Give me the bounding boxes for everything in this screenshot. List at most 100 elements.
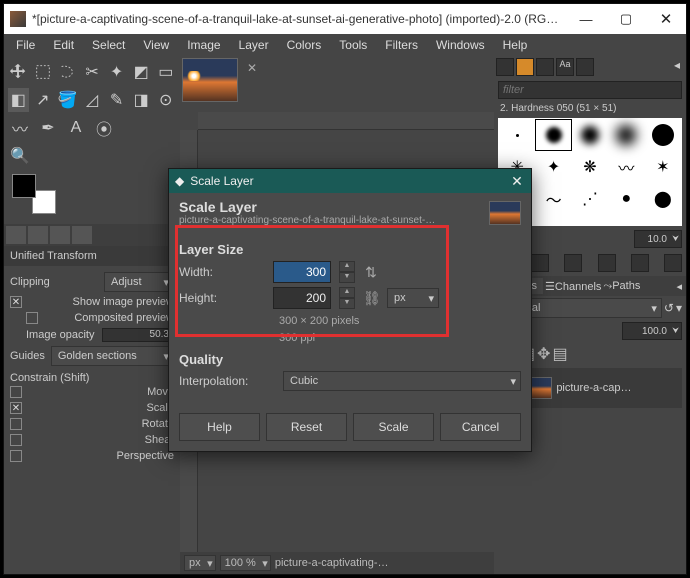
bucket-tool[interactable]: 🪣 xyxy=(57,88,78,112)
color-picker-tool[interactable]: ⦿ xyxy=(92,116,116,140)
link-chain-icon[interactable]: ⛓ xyxy=(363,290,379,307)
dock-tab[interactable] xyxy=(28,226,48,244)
fuzzy-select-tool[interactable]: ✦ xyxy=(106,60,127,84)
scale-button[interactable]: Scale xyxy=(353,413,434,441)
clone-tool[interactable]: ⊙ xyxy=(155,88,176,112)
layer-name-label[interactable]: picture-a-cap… xyxy=(556,382,631,394)
interp-label: Interpolation: xyxy=(179,374,275,388)
height-stepper[interactable]: ▲▼ xyxy=(339,287,355,309)
dock-icon[interactable] xyxy=(576,58,594,76)
maximize-button[interactable]: ▢ xyxy=(606,4,646,34)
brush-size-spin[interactable]: 10.0 xyxy=(634,230,682,248)
opacity-label: Image opacity xyxy=(26,329,96,341)
dock-icon[interactable]: Aa xyxy=(556,58,574,76)
measure-tool[interactable]: ↗ xyxy=(33,88,54,112)
width-input[interactable] xyxy=(273,261,331,283)
menu-file[interactable]: File xyxy=(8,36,43,54)
composited-label: Composited preview xyxy=(74,312,174,324)
statusbar: px 100 % picture-a-captivating-… xyxy=(180,552,494,574)
status-unit-dropdown[interactable]: px xyxy=(184,555,216,571)
free-select-tool[interactable] xyxy=(57,60,78,84)
constrain-shear-check[interactable] xyxy=(10,434,22,446)
constrain-scale-check[interactable]: ✕ xyxy=(10,402,22,414)
menu-edit[interactable]: Edit xyxy=(45,36,82,54)
image-tab-thumb[interactable] xyxy=(182,58,238,102)
toolbox: ✂ ✦ ◩ ▭ ◧ ↗ 🪣 ◿ ✎ ◨ ⊙ 〰 ✒ A xyxy=(4,56,180,224)
rect-tool[interactable]: ▭ xyxy=(155,60,176,84)
guides-dropdown[interactable]: Golden sections xyxy=(51,346,174,366)
window-titlebar: *[picture-a-captivating-scene-of-a-tranq… xyxy=(4,4,686,34)
unified-transform-tool[interactable]: ◧ xyxy=(8,88,29,112)
interpolation-dropdown[interactable]: Cubic xyxy=(283,371,521,391)
clipping-dropdown[interactable]: Adjust xyxy=(104,272,174,292)
dialog-header-subtitle: picture-a-captivating-scene-of-a-tranqui… xyxy=(179,215,439,226)
ruler-horizontal[interactable] xyxy=(198,112,494,130)
composited-check[interactable] xyxy=(26,312,38,324)
width-stepper[interactable]: ▲▼ xyxy=(339,261,355,283)
minimize-button[interactable]: — xyxy=(566,4,606,34)
mode-switch-icon[interactable]: ↺ xyxy=(664,301,674,315)
menu-tools[interactable]: Tools xyxy=(331,36,375,54)
constrain-move-check[interactable] xyxy=(10,386,22,398)
move-tool[interactable] xyxy=(8,60,29,84)
zoom-tool[interactable]: 🔍 xyxy=(8,144,32,168)
pencil-tool[interactable]: ✎ xyxy=(106,88,127,112)
smudge-tool[interactable]: 〰 xyxy=(8,116,32,140)
lock-alpha-icon[interactable]: ▤ xyxy=(552,344,567,364)
menu-colors[interactable]: Colors xyxy=(279,36,330,54)
constrain-rotate-check[interactable] xyxy=(10,418,22,430)
dock-tab[interactable] xyxy=(50,226,70,244)
gradient-tool[interactable]: ◿ xyxy=(82,88,103,112)
dock-icon[interactable] xyxy=(496,58,514,76)
close-button[interactable]: ✕ xyxy=(646,4,686,34)
menu-view[interactable]: View xyxy=(135,36,177,54)
show-preview-check[interactable]: ✕ xyxy=(10,296,22,308)
brush-filter-input[interactable] xyxy=(498,81,682,99)
crop-tool[interactable]: ◩ xyxy=(131,60,152,84)
mode-menu-icon[interactable]: ▾ xyxy=(676,301,682,315)
dock-icon[interactable] xyxy=(536,58,554,76)
menu-windows[interactable]: Windows xyxy=(428,36,493,54)
paths-tab[interactable]: ⤳Paths xyxy=(603,280,640,293)
dock-tab[interactable] xyxy=(6,226,26,244)
status-zoom-dropdown[interactable]: 100 % xyxy=(220,555,271,571)
menu-layer[interactable]: Layer xyxy=(231,36,277,54)
image-tab-close[interactable]: ✕ xyxy=(244,60,260,76)
dialog-close-button[interactable]: ✕ xyxy=(503,173,531,190)
brush-btn[interactable] xyxy=(598,254,616,272)
fg-bg-swatch[interactable] xyxy=(12,174,56,214)
menu-image[interactable]: Image xyxy=(179,36,228,54)
rect-select-tool[interactable] xyxy=(33,60,54,84)
scissors-tool[interactable]: ✂ xyxy=(82,60,103,84)
link-icon[interactable]: ⇅ xyxy=(363,264,379,281)
brush-btn[interactable] xyxy=(564,254,582,272)
constrain-persp-check[interactable] xyxy=(10,450,22,462)
lock-position-icon[interactable]: ✥ xyxy=(537,344,550,364)
menu-help[interactable]: Help xyxy=(495,36,536,54)
text-tool[interactable]: A xyxy=(64,116,88,140)
reset-button[interactable]: Reset xyxy=(266,413,347,441)
width-label: Width: xyxy=(179,265,265,279)
cancel-button[interactable]: Cancel xyxy=(440,413,521,441)
dock-tab[interactable] xyxy=(72,226,92,244)
layer-opacity-spin[interactable]: 100.0 xyxy=(622,322,682,340)
brush-btn[interactable] xyxy=(531,254,549,272)
dialog-thumb xyxy=(489,201,521,225)
help-button[interactable]: Help xyxy=(179,413,260,441)
dialog-titlebar[interactable]: ◆ Scale Layer ✕ xyxy=(169,169,531,193)
path-tool[interactable]: ✒ xyxy=(36,116,60,140)
brush-btn[interactable] xyxy=(631,254,649,272)
eraser-tool[interactable]: ◨ xyxy=(131,88,152,112)
channels-tab[interactable]: ☰Channels xyxy=(545,280,601,293)
opacity-slider[interactable]: 50.3 xyxy=(102,328,174,342)
dock-menu-icon[interactable]: ◂ xyxy=(674,58,684,76)
clipping-label: Clipping xyxy=(10,276,50,288)
brush-btn[interactable] xyxy=(664,254,682,272)
dock-icon[interactable] xyxy=(516,58,534,76)
height-input[interactable] xyxy=(273,287,331,309)
unit-dropdown[interactable]: px xyxy=(387,288,439,308)
menu-filters[interactable]: Filters xyxy=(377,36,426,54)
fg-color[interactable] xyxy=(12,174,36,198)
dock-menu-icon[interactable]: ◂ xyxy=(676,280,682,293)
menu-select[interactable]: Select xyxy=(84,36,133,54)
